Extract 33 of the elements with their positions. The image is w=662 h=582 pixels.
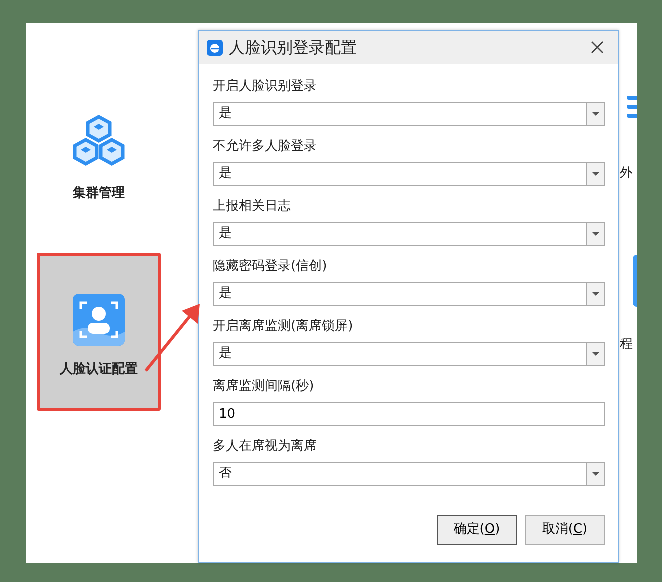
tile-label: 程	[620, 336, 634, 354]
pointer-arrow	[144, 304, 200, 372]
dropdown[interactable]: 是	[213, 162, 605, 186]
app-icon	[633, 255, 637, 307]
app-tile[interactable]: 人脸认证配置	[37, 253, 161, 411]
caret-icon	[592, 292, 600, 296]
caret-icon	[592, 112, 600, 116]
app-logo-icon	[207, 40, 223, 56]
field-label: 上报相关日志	[213, 198, 292, 216]
dialog-button[interactable]: 确定(O)	[437, 515, 517, 545]
field-label: 开启离席监测(离席锁屏)	[213, 318, 354, 336]
app-tile[interactable]: 集群管理	[37, 73, 161, 231]
caret-icon	[592, 232, 600, 236]
window-title: 人脸识别登录配置	[229, 36, 357, 58]
caret-icon	[592, 472, 600, 476]
list-icon	[627, 96, 637, 118]
dialog-button[interactable]: 取消(C)	[525, 515, 605, 545]
close-icon	[591, 40, 604, 54]
caret-icon	[592, 172, 600, 176]
face-scan-icon	[73, 294, 125, 346]
field-label: 不允许多人脸登录	[213, 138, 318, 156]
caret-icon	[592, 352, 600, 356]
dropdown[interactable]: 是	[213, 102, 605, 126]
field-label: 多人在席视为离席	[213, 438, 318, 456]
field-label: 隐藏密码登录(信创)	[213, 258, 328, 276]
dropdown[interactable]: 是	[213, 222, 605, 246]
dropdown[interactable]: 是	[213, 282, 605, 306]
tile-label: 外	[620, 165, 634, 183]
field-label: 开启人脸识别登录	[213, 78, 318, 96]
field-label: 离席监测间隔(秒)	[213, 378, 316, 396]
dropdown[interactable]: 是	[213, 342, 605, 366]
input-field[interactable]: 10	[213, 402, 605, 426]
dropdown[interactable]: 否	[213, 462, 605, 486]
